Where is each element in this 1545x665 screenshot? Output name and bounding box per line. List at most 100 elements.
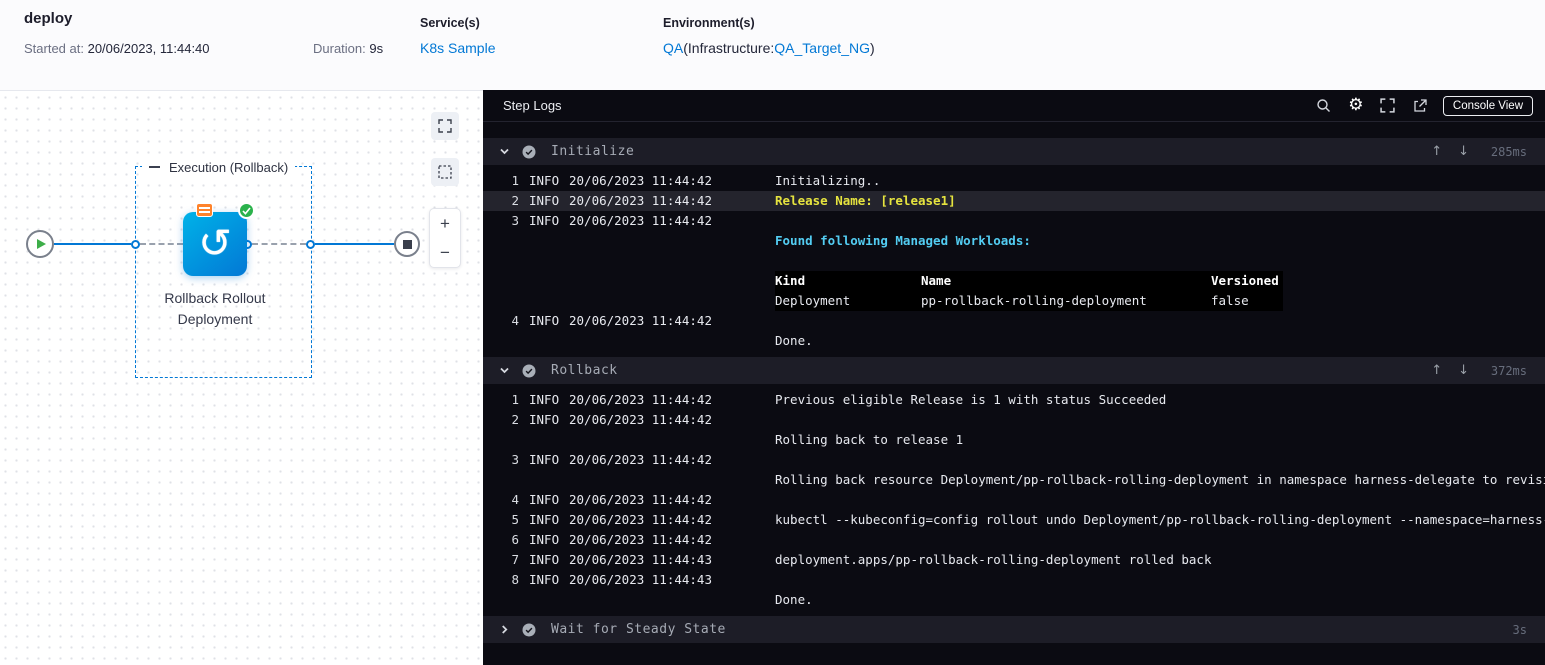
section-header-initialize[interactable]: Initialize ↑ ↓ 285ms bbox=[483, 138, 1545, 165]
environment-link[interactable]: QA bbox=[663, 40, 683, 56]
log-timestamp: 20/06/2023 11:44:42 bbox=[569, 193, 712, 208]
scroll-to-bottom-icon[interactable]: ↓ bbox=[1458, 145, 1469, 158]
chevron-down-icon[interactable] bbox=[499, 365, 510, 376]
log-message: Deployment pp-rollback-rolling-deployment… bbox=[775, 291, 1545, 311]
log-message: Release Name: [release1] bbox=[775, 193, 956, 208]
connector-line bbox=[315, 243, 394, 245]
workload-table-cell: Kind bbox=[775, 273, 806, 288]
log-timestamp: 20/06/2023 11:44:42 bbox=[569, 392, 712, 407]
zoom-in-button[interactable]: + bbox=[430, 209, 460, 238]
connector-port bbox=[131, 239, 140, 249]
service-link[interactable]: K8s Sample bbox=[420, 40, 495, 56]
environments-label: Environment(s) bbox=[663, 16, 755, 30]
log-row: 5 INFO 20/06/2023 11:44:42 kubectl --kubeco… bbox=[483, 510, 1545, 530]
log-row: 2 INFO 20/06/2023 11:44:42 Release Name: [r… bbox=[483, 191, 1545, 211]
line-number: 4 bbox=[511, 313, 519, 328]
line-number bbox=[483, 271, 523, 291]
line-number: 7 bbox=[511, 552, 519, 567]
workload-table-cell: pp-rollback-rolling-deployment bbox=[921, 293, 1147, 308]
stop-icon bbox=[402, 239, 412, 249]
pipeline-canvas[interactable]: Execution (Rollback) ↺ Rollback Rollout … bbox=[0, 92, 483, 665]
log-level: INFO bbox=[529, 313, 560, 328]
line-number: 5 bbox=[511, 512, 519, 527]
log-row: 3 INFO 20/06/2023 11:44:42 bbox=[483, 211, 1545, 231]
scroll-to-top-icon[interactable]: ↑ bbox=[1431, 364, 1442, 377]
search-icon[interactable] bbox=[1313, 95, 1335, 117]
workload-table-row: Deployment pp-rollback-rolling-deployment… bbox=[775, 291, 1283, 311]
log-timestamp bbox=[569, 291, 775, 311]
log-row: 3 INFO 20/06/2023 11:44:42 bbox=[483, 450, 1545, 470]
log-level: INFO bbox=[529, 193, 560, 208]
log-row: Done. bbox=[483, 331, 1545, 351]
log-timestamp: 20/06/2023 11:44:43 bbox=[569, 552, 712, 567]
log-level bbox=[523, 590, 569, 610]
section-header-wait-for-steady-state[interactable]: Wait for Steady State 3s bbox=[483, 616, 1545, 643]
log-message bbox=[775, 311, 1545, 331]
log-message: Done. bbox=[775, 592, 813, 607]
infrastructure-prefix: (Infrastructure: bbox=[683, 40, 775, 56]
infrastructure-link[interactable]: QA_Target_NG bbox=[774, 40, 870, 56]
log-row: 4 INFO 20/06/2023 11:44:42 bbox=[483, 311, 1545, 331]
gear-icon[interactable]: ⚙ bbox=[1345, 95, 1367, 117]
log-level: INFO bbox=[529, 213, 560, 228]
section-title: Initialize bbox=[551, 144, 635, 159]
log-message bbox=[775, 530, 1545, 550]
log-timestamp: 20/06/2023 11:44:42 bbox=[569, 492, 712, 507]
chevron-down-icon[interactable] bbox=[499, 146, 510, 157]
line-number bbox=[483, 590, 523, 610]
log-timestamp: 20/06/2023 11:44:42 bbox=[569, 313, 712, 328]
collapse-minus-icon[interactable] bbox=[149, 166, 160, 168]
infrastructure-suffix: ) bbox=[869, 40, 875, 56]
section-body-rollback: 1 INFO 20/06/2023 11:44:42 Previous eligibl… bbox=[483, 384, 1545, 616]
line-number: 8 bbox=[511, 572, 519, 587]
line-number bbox=[483, 231, 523, 251]
log-section-initialize: Initialize ↑ ↓ 285ms 1 INFO 20/06/2023 11:44:4… bbox=[483, 138, 1545, 357]
execution-group-label: Execution (Rollback) bbox=[169, 159, 289, 175]
log-row: Done. bbox=[483, 590, 1545, 610]
section-duration: 372ms bbox=[1490, 363, 1527, 378]
log-level bbox=[523, 430, 569, 450]
log-message: kubectl --kubeconfig=config rollout undo… bbox=[775, 512, 1545, 527]
open-in-new-icon[interactable] bbox=[1409, 95, 1431, 117]
log-message: Kind Name Versioned bbox=[775, 271, 1545, 291]
log-message bbox=[775, 211, 1545, 231]
section-title: Wait for Steady State bbox=[551, 622, 726, 637]
log-section-rollback: Rollback ↑ ↓ 372ms 1 INFO 20/06/2023 11:44:42 P… bbox=[483, 357, 1545, 616]
canvas-fullscreen-button[interactable] bbox=[431, 112, 459, 140]
log-sections[interactable]: Initialize ↑ ↓ 285ms 1 INFO 20/06/2023 11:44:4… bbox=[483, 122, 1545, 665]
line-number: 6 bbox=[511, 532, 519, 547]
console-view-button[interactable]: Console View bbox=[1442, 95, 1533, 116]
status-success-icon bbox=[522, 145, 536, 159]
log-timestamp: 20/06/2023 11:44:42 bbox=[569, 213, 712, 228]
section-header-rollback[interactable]: Rollback ↑ ↓ 372ms bbox=[483, 357, 1545, 384]
connector-port bbox=[306, 239, 315, 249]
fullscreen-icon[interactable] bbox=[1377, 95, 1399, 117]
pipeline-end-node[interactable] bbox=[394, 231, 420, 257]
workload-table-cell: false bbox=[1211, 293, 1249, 308]
log-timestamp bbox=[569, 430, 775, 450]
line-number: 4 bbox=[511, 492, 519, 507]
log-level: INFO bbox=[529, 572, 560, 587]
log-message: Initializing.. bbox=[775, 173, 881, 188]
execution-group-toggle[interactable]: Execution (Rollback) bbox=[142, 157, 296, 177]
log-row bbox=[483, 251, 1545, 271]
log-level: INFO bbox=[529, 412, 560, 427]
log-timestamp: 20/06/2023 11:44:42 bbox=[569, 512, 712, 527]
log-level: INFO bbox=[529, 392, 560, 407]
scroll-to-bottom-icon[interactable]: ↓ bbox=[1458, 364, 1469, 377]
log-level: INFO bbox=[529, 512, 560, 527]
environments-column: Environment(s) QA(Infrastructure:QA_Targ… bbox=[663, 10, 875, 90]
zoom-out-button[interactable]: − bbox=[430, 238, 460, 267]
scroll-to-top-icon[interactable]: ↑ bbox=[1431, 145, 1442, 158]
section-duration: 285ms bbox=[1490, 144, 1527, 159]
chevron-right-icon[interactable] bbox=[499, 624, 510, 635]
line-number bbox=[483, 331, 523, 351]
canvas-select-button[interactable] bbox=[431, 158, 459, 186]
log-row: 8 INFO 20/06/2023 11:44:43 bbox=[483, 570, 1545, 590]
rollback-step-node[interactable]: ↺ bbox=[183, 212, 247, 276]
log-row: Rolling back resource Deployment/pp-roll… bbox=[483, 470, 1545, 490]
log-message bbox=[775, 490, 1545, 510]
log-message: Previous eligible Release is 1 with stat… bbox=[775, 392, 1167, 407]
log-row: 1 INFO 20/06/2023 11:44:42 Initializing.. bbox=[483, 171, 1545, 191]
pipeline-start-node[interactable] bbox=[26, 230, 54, 258]
